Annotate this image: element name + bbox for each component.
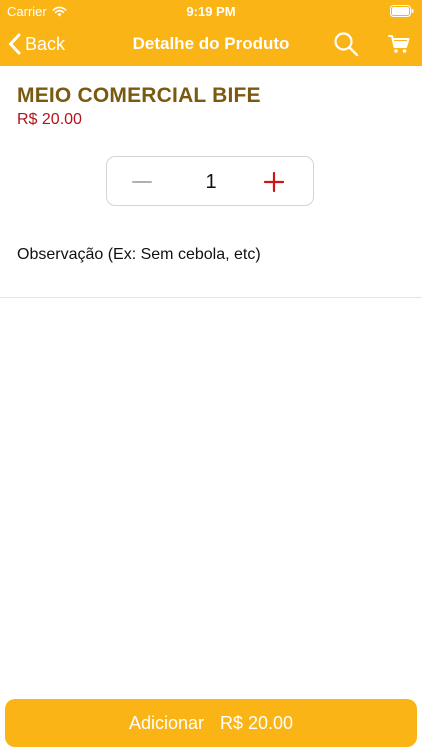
status-time: 9:19 PM [186,4,236,19]
observation-field[interactable]: Observação (Ex: Sem cebola, etc) [17,246,407,268]
divider [0,297,422,298]
product-name: MEIO COMERCIAL BIFE [17,84,261,107]
add-button-label: Adicionar [128,712,204,733]
add-button-total: R$ 20.00 [219,712,294,733]
quantity-stepper: 1 [106,156,314,206]
plus-icon[interactable] [261,169,287,195]
product-price: R$ 20.00 [17,111,82,128]
minus-icon[interactable] [129,169,155,195]
search-icon[interactable] [333,31,359,57]
status-bar: Carrier 9:19 PM [0,0,422,22]
battery-icon [390,5,414,17]
cart-icon[interactable] [388,34,410,54]
add-to-cart-button[interactable]: Adicionar R$ 20.00 [5,699,417,747]
nav-bar: Back Detalhe do Produto [0,22,422,66]
quantity-value: 1 [205,171,217,193]
header: Carrier 9:19 PM Back Detalhe do Produto [0,0,422,66]
